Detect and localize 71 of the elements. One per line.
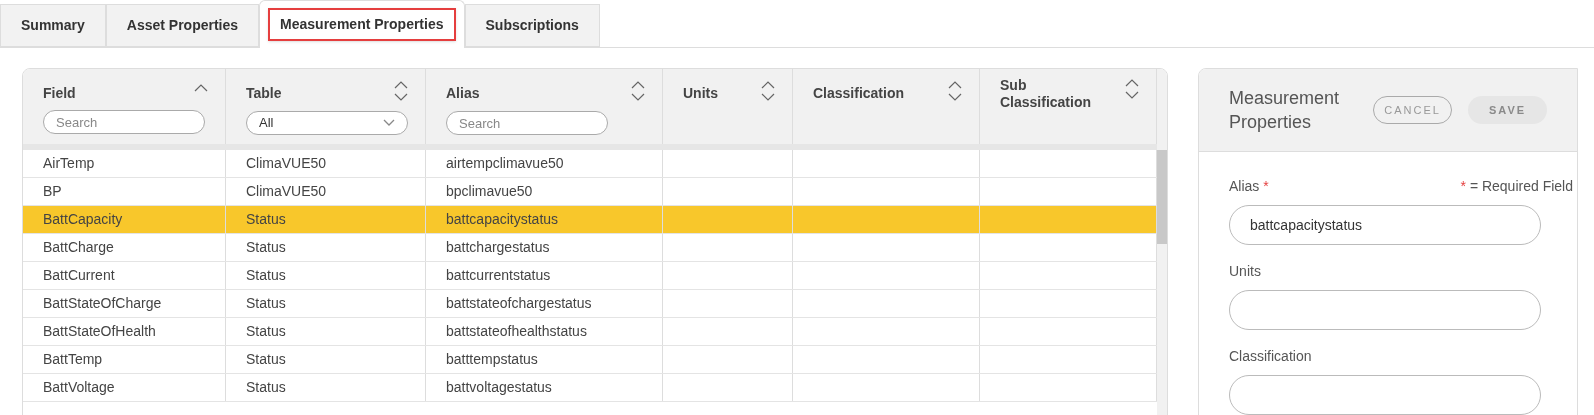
sort-icon[interactable]: [393, 79, 409, 103]
table-cell: bpclimavue50: [426, 178, 663, 205]
required-field-note: * = Required Field: [1460, 177, 1573, 196]
table-cell: Status: [226, 290, 426, 317]
table-row[interactable]: BattTemp Status batttempstatus: [23, 346, 1157, 374]
column-header[interactable]: Units: [663, 69, 793, 144]
chevron-down-icon: [383, 119, 395, 127]
table-cell: ClimaVUE50: [226, 150, 426, 177]
table-cell: BattStateOfCharge: [23, 290, 226, 317]
column-header[interactable]: Alias Search: [426, 69, 663, 144]
table-cell: BattCapacity: [23, 206, 226, 233]
table-cell: battchargestatus: [426, 234, 663, 261]
table-row[interactable]: BP ClimaVUE50 bpclimavue50: [23, 178, 1157, 206]
table-cell: battstateofhealthstatus: [426, 318, 663, 345]
sort-icon[interactable]: [630, 79, 646, 103]
column-title: Sub Classification: [1000, 77, 1093, 111]
column-title: Alias: [446, 84, 481, 102]
tab[interactable]: Subscriptions: [464, 4, 600, 47]
tab[interactable]: Summary: [0, 4, 106, 47]
table-row[interactable]: BattCharge Status battchargestatus: [23, 234, 1157, 262]
column-header[interactable]: Field Search: [23, 69, 226, 144]
table-row[interactable]: BattCapacity Status battcapacitystatus: [23, 206, 1157, 234]
input-field[interactable]: [1229, 375, 1541, 415]
table-cell: Status: [226, 206, 426, 233]
table-cell: BattVoltage: [23, 374, 226, 401]
table-cell: battcurrentstatus: [426, 262, 663, 289]
field-label: Alias *: [1229, 177, 1269, 196]
table-cell: battstateofchargestatus: [426, 290, 663, 317]
table-cell: BattCurrent: [23, 262, 226, 289]
table-filter-dropdown[interactable]: All: [246, 111, 408, 135]
table-cell: BP: [23, 178, 226, 205]
table-cell: BattCharge: [23, 234, 226, 261]
table-row[interactable]: BattVoltage Status battvoltagestatus: [23, 374, 1157, 402]
table-cell: airtempclimavue50: [426, 150, 663, 177]
table-cell: batttempstatus: [426, 346, 663, 373]
column-title: Classification: [813, 84, 906, 102]
table-row[interactable]: BattStateOfHealth Status battstateofhealthstatus: [23, 318, 1157, 346]
field-label: Units: [1229, 262, 1261, 281]
column-title: Units: [683, 84, 719, 102]
sort-icon[interactable]: [1124, 77, 1140, 101]
table-cell: AirTemp: [23, 150, 226, 177]
table-cell: BattTemp: [23, 346, 226, 373]
table-cell: Status: [226, 346, 426, 373]
column-header[interactable]: Table All: [226, 69, 426, 144]
table-cell: BattStateOfHealth: [23, 318, 226, 345]
table-cell: Status: [226, 318, 426, 345]
column-title: Table: [246, 84, 283, 102]
sort-icon[interactable]: [947, 79, 963, 103]
column-title: Field: [43, 84, 77, 102]
table-cell: Status: [226, 234, 426, 261]
search-field[interactable]: Search: [43, 110, 205, 134]
field-label: Classification: [1229, 347, 1312, 366]
tab[interactable]: Measurement Properties: [259, 0, 465, 48]
sort-icon[interactable]: [760, 79, 776, 103]
column-header[interactable]: Classification: [793, 69, 980, 144]
sort-ascending-icon[interactable]: [193, 83, 209, 93]
table-cell: battcapacitystatus: [426, 206, 663, 233]
search-field[interactable]: Search: [446, 111, 608, 135]
tab-label-highlight: Measurement Properties: [268, 8, 456, 41]
panel-title: Measurement Properties: [1229, 87, 1341, 134]
input-field[interactable]: [1229, 290, 1541, 330]
scrollbar-thumb[interactable]: [1157, 150, 1167, 244]
table-row[interactable]: AirTemp ClimaVUE50 airtempclimavue50: [23, 150, 1157, 178]
table-cell: ClimaVUE50: [226, 178, 426, 205]
table-cell: Status: [226, 374, 426, 401]
table-row[interactable]: BattCurrent Status battcurrentstatus: [23, 262, 1157, 290]
table-row[interactable]: BattStateOfCharge Status battstateofchargestatus: [23, 290, 1157, 318]
tab[interactable]: Asset Properties: [105, 4, 260, 47]
table-cell: battvoltagestatus: [426, 374, 663, 401]
table-cell: Status: [226, 262, 426, 289]
input-field[interactable]: battcapacitystatus: [1229, 205, 1541, 245]
